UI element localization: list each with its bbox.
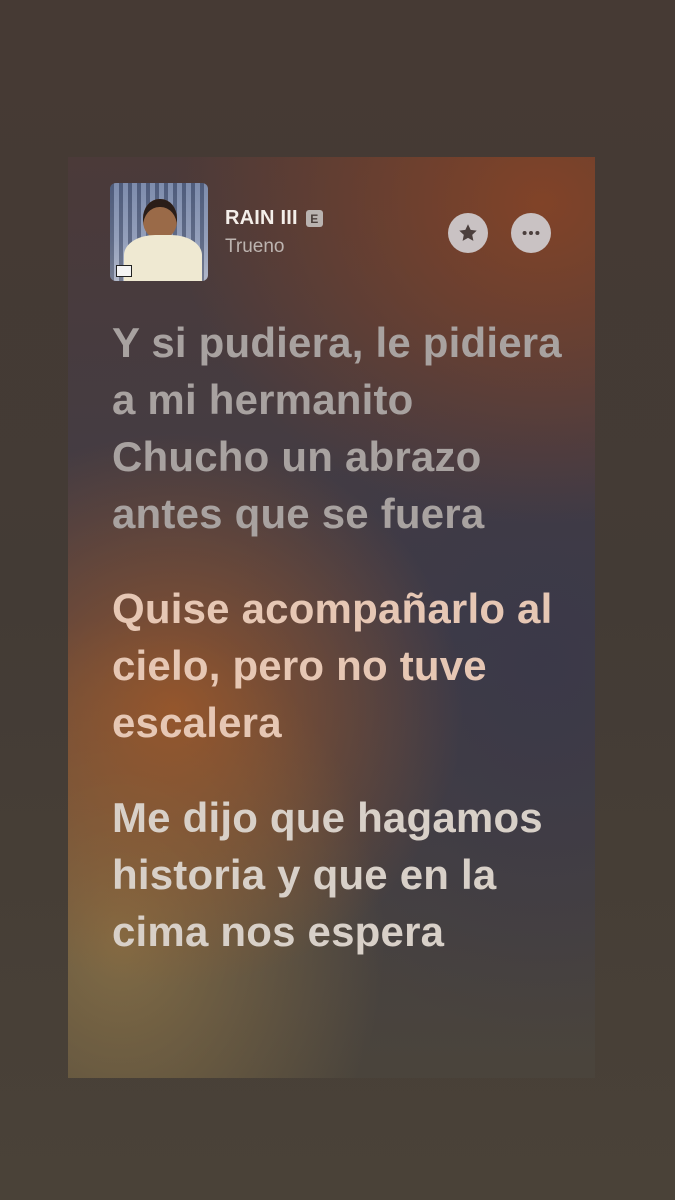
lyrics-list: Y si pudiera, le pidiera a mi hermanito … [112,314,562,998]
lyric-line-past[interactable]: Y si pudiera, le pidiera a mi hermanito … [112,314,562,542]
cover-figure-head [143,199,177,239]
lyric-line-upcoming[interactable]: Me dijo que hagamos historia y que en la… [112,789,562,960]
star-icon [459,224,477,241]
artist-name[interactable]: Trueno [225,236,285,258]
title-row: RAIN III E [225,207,323,230]
favorite-button[interactable] [448,213,488,253]
more-options-button[interactable] [511,213,551,253]
ellipsis-icon [522,230,540,236]
lyrics-card: RAIN III E Trueno Y si pudiera, le pidie… [68,157,595,1078]
explicit-badge: E [305,210,323,227]
now-playing-header: RAIN III E Trueno [110,183,555,281]
parental-advisory-icon [116,265,132,277]
track-title[interactable]: RAIN III [225,207,298,230]
cover-figure-coat [124,235,202,281]
lyric-line-active[interactable]: Quise acompañarlo al cielo, pero no tuve… [112,580,562,751]
album-cover[interactable] [110,183,208,281]
